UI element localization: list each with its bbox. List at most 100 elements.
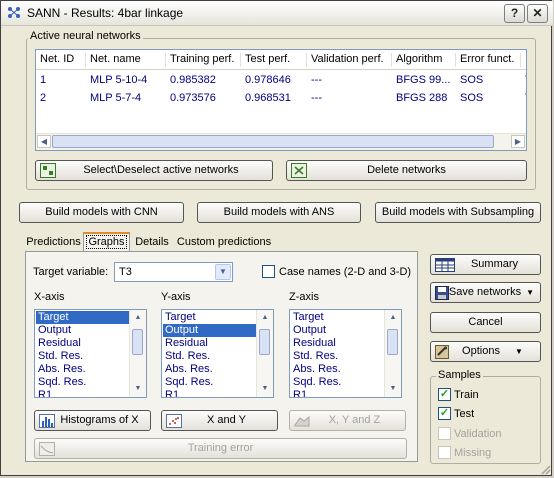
list-item[interactable]: Target	[36, 311, 132, 324]
close-button[interactable]: ✕	[527, 4, 548, 23]
cell-algorithm: BFGS 99...	[396, 74, 451, 86]
cell-test-perf: 0.968531	[245, 92, 291, 104]
x-and-y-button[interactable]: X and Y	[161, 410, 278, 431]
summary-button[interactable]: Summary	[430, 254, 541, 275]
cancel-button[interactable]: Cancel	[430, 312, 541, 333]
scroll-up-icon[interactable]: ▲	[386, 311, 400, 325]
list-item[interactable]: Abs. Res.	[163, 363, 259, 376]
list-item[interactable]: R1	[291, 389, 387, 397]
networks-horizontal-scrollbar[interactable]: ◀ ▶	[36, 133, 526, 150]
col-header-training-perf[interactable]: Training perf.	[166, 53, 241, 67]
table-row[interactable]: 1 MLP 5-10-4 0.985382 0.978646 --- BFGS …	[36, 74, 526, 89]
close-icon: ✕	[532, 6, 543, 20]
networks-list[interactable]: Net. ID Net. name Training perf. Test pe…	[35, 49, 527, 151]
summary-table-icon	[435, 258, 455, 272]
tab-details-label: Details	[135, 236, 169, 248]
scroll-up-icon[interactable]: ▲	[258, 311, 272, 325]
col-header-extra[interactable]: I	[521, 53, 526, 67]
missing-checkbox[interactable]	[438, 446, 451, 459]
delete-networks-button[interactable]: Delete networks	[286, 160, 527, 181]
test-checkbox[interactable]: ✓	[438, 407, 451, 420]
y-axis-scrollbar[interactable]: ▲ ▼	[256, 310, 273, 397]
list-item[interactable]: Std. Res.	[163, 350, 259, 363]
cell-net-name: MLP 5-7-4	[90, 92, 142, 104]
training-error-button[interactable]: Training error	[34, 438, 407, 459]
title-bar[interactable]: SANN - Results: 4bar linkage ? ✕	[1, 1, 553, 26]
target-variable-label: Target variable:	[33, 266, 109, 278]
cell-net-id: 1	[40, 74, 47, 86]
col-header-net-name[interactable]: Net. name	[86, 53, 166, 67]
x-y-and-z-button[interactable]: X, Y and Z	[289, 410, 406, 431]
list-item[interactable]: Sqd. Res.	[291, 376, 387, 389]
list-item[interactable]: Output	[291, 324, 387, 337]
list-item[interactable]: Output	[163, 324, 259, 337]
list-item[interactable]: Residual	[36, 337, 132, 350]
list-item[interactable]: R1	[36, 389, 132, 397]
tab-custom-predictions[interactable]: Custom predictions	[174, 234, 274, 252]
validation-checkbox[interactable]	[438, 427, 451, 440]
tab-graphs[interactable]: Graphs	[83, 232, 130, 252]
list-item[interactable]: Output	[36, 324, 132, 337]
z-axis-scrollbar[interactable]: ▲ ▼	[384, 310, 401, 397]
cell-validation-perf: ---	[311, 74, 322, 86]
col-header-net-id[interactable]: Net. ID	[36, 53, 86, 67]
col-header-validation-perf[interactable]: Validation perf.	[307, 53, 392, 67]
x-axis-scrollbar[interactable]: ▲ ▼	[129, 310, 146, 397]
scroll-up-icon[interactable]: ▲	[131, 311, 145, 325]
tab-details[interactable]: Details	[132, 234, 172, 252]
cell-error-funct: SOS	[460, 92, 484, 104]
col-header-algorithm[interactable]: Algorithm	[392, 53, 456, 67]
graphs-tab-panel: Target variable: T3 ▼ Case names (2-D an…	[25, 251, 418, 462]
build-ans-label: Build models with ANS	[223, 206, 335, 218]
list-item[interactable]: Sqd. Res.	[163, 376, 259, 389]
case-names-label: Case names (2-D and 3-D)	[279, 266, 412, 278]
options-icon	[435, 345, 449, 359]
list-item[interactable]: Abs. Res.	[291, 363, 387, 376]
list-item[interactable]: Std. Res.	[291, 350, 387, 363]
x-axis-list[interactable]: Target Output Residual Std. Res. Abs. Re…	[34, 309, 147, 398]
chevron-down-icon[interactable]: ▼	[215, 264, 231, 280]
delete-networks-label: Delete networks	[367, 164, 446, 176]
table-row[interactable]: 2 MLP 5-7-4 0.973576 0.968531 --- BFGS 2…	[36, 92, 526, 107]
build-ans-button[interactable]: Build models with ANS	[197, 202, 361, 223]
case-names-checkbox[interactable]	[262, 265, 275, 278]
networks-list-header: Net. ID Net. name Training perf. Test pe…	[36, 50, 526, 70]
list-item[interactable]: Target	[163, 311, 259, 324]
scroll-down-icon[interactable]: ▼	[386, 382, 400, 396]
scrollbar-thumb[interactable]	[259, 329, 270, 355]
scrollbar-thumb[interactable]	[387, 329, 398, 355]
summary-label: Summary	[470, 258, 519, 270]
help-button[interactable]: ?	[504, 4, 525, 23]
scroll-down-icon[interactable]: ▼	[131, 382, 145, 396]
list-item[interactable]: Target	[291, 311, 387, 324]
list-item[interactable]: Residual	[291, 337, 387, 350]
validation-label: Validation	[454, 428, 502, 440]
save-networks-button[interactable]: Save networks ▼	[430, 282, 541, 303]
scroll-right-icon[interactable]: ▶	[511, 135, 525, 148]
build-cnn-button[interactable]: Build models with CNN	[19, 202, 184, 223]
resize-grip-icon[interactable]	[539, 463, 551, 475]
z-axis-list[interactable]: Target Output Residual Std. Res. Abs. Re…	[289, 309, 402, 398]
y-axis-list[interactable]: Target Output Residual Std. Res. Abs. Re…	[161, 309, 274, 398]
scroll-left-icon[interactable]: ◀	[37, 135, 51, 148]
surface-plot-icon	[294, 415, 310, 427]
scroll-down-icon[interactable]: ▼	[258, 382, 272, 396]
delete-networks-icon	[291, 163, 307, 178]
train-checkbox[interactable]: ✓	[438, 388, 451, 401]
histograms-button[interactable]: Histograms of X	[34, 410, 151, 431]
list-item[interactable]: Abs. Res.	[36, 363, 132, 376]
scrollbar-thumb[interactable]	[132, 329, 143, 355]
options-button[interactable]: Options ▼	[430, 341, 541, 362]
tab-predictions[interactable]: Predictions	[25, 234, 82, 252]
list-item[interactable]: R1	[163, 389, 259, 397]
build-subsampling-button[interactable]: Build models with Subsampling	[375, 202, 541, 223]
list-item[interactable]: Sqd. Res.	[36, 376, 132, 389]
list-item[interactable]: Residual	[163, 337, 259, 350]
scrollbar-thumb[interactable]	[52, 135, 494, 148]
target-variable-select[interactable]: T3 ▼	[114, 262, 233, 282]
select-deselect-networks-button[interactable]: Select\Deselect active networks	[35, 160, 273, 181]
chevron-down-icon: ▼	[515, 347, 523, 356]
list-item[interactable]: Std. Res.	[36, 350, 132, 363]
col-header-error-funct[interactable]: Error funct.	[456, 53, 521, 67]
col-header-test-perf[interactable]: Test perf.	[241, 53, 307, 67]
